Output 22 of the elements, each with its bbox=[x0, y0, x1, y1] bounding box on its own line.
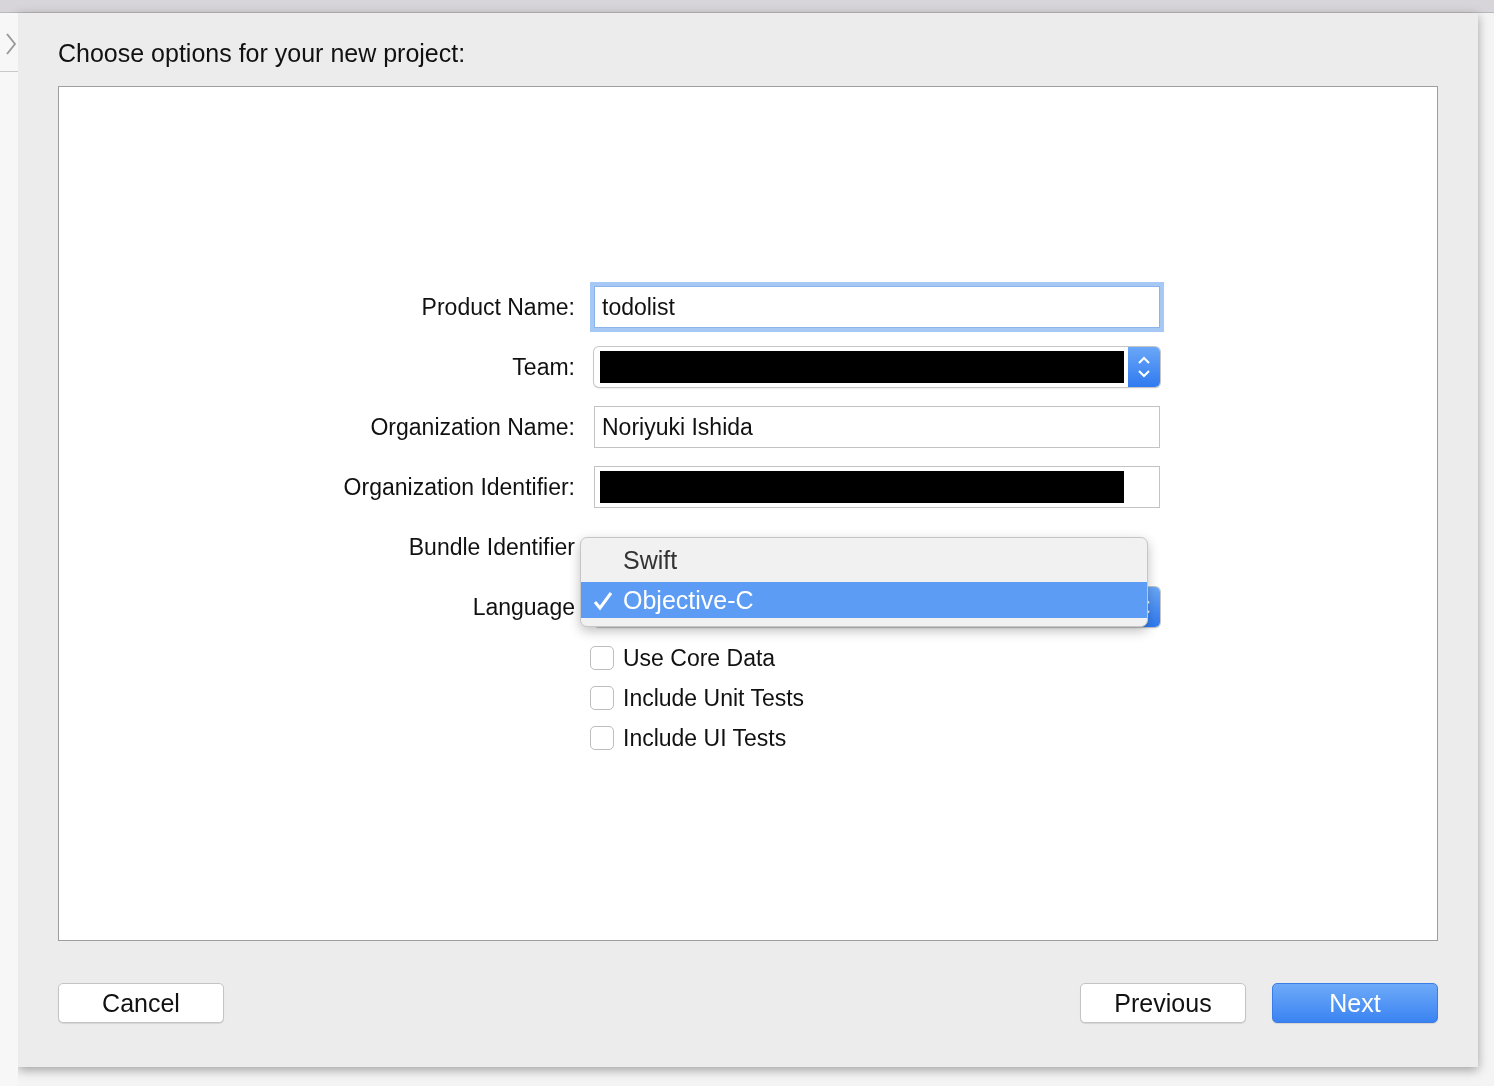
popup-button[interactable] bbox=[594, 347, 1160, 387]
field-label: Team: bbox=[511, 353, 575, 381]
field-label: Organization Name: bbox=[369, 413, 575, 441]
chevron-icon[interactable] bbox=[6, 33, 16, 55]
stepper-icon bbox=[1128, 347, 1160, 387]
checkbox-option[interactable]: Use Core Data bbox=[590, 638, 1437, 678]
checkbox[interactable] bbox=[590, 686, 614, 710]
checkmark-icon bbox=[593, 591, 613, 611]
checkbox-option[interactable]: Include UI Tests bbox=[590, 718, 1437, 758]
text-field[interactable]: Noriyuki Ishida bbox=[594, 406, 1160, 448]
dialog-button[interactable]: Previous bbox=[1080, 983, 1246, 1023]
field-label: Language bbox=[471, 593, 575, 621]
field-label: Organization Identifier: bbox=[342, 473, 575, 501]
text-field[interactable] bbox=[594, 466, 1160, 508]
checkbox-option[interactable]: Include Unit Tests bbox=[590, 678, 1437, 718]
checkbox[interactable] bbox=[590, 726, 614, 750]
dialog-button[interactable]: Cancel bbox=[58, 983, 224, 1023]
menu-item[interactable]: Swift bbox=[581, 538, 1147, 582]
field-label: Product Name: bbox=[420, 293, 575, 321]
field-label: Bundle Identifier bbox=[407, 533, 575, 561]
dialog-title: Choose options for your new project: bbox=[58, 39, 467, 67]
checkbox[interactable] bbox=[590, 646, 614, 670]
